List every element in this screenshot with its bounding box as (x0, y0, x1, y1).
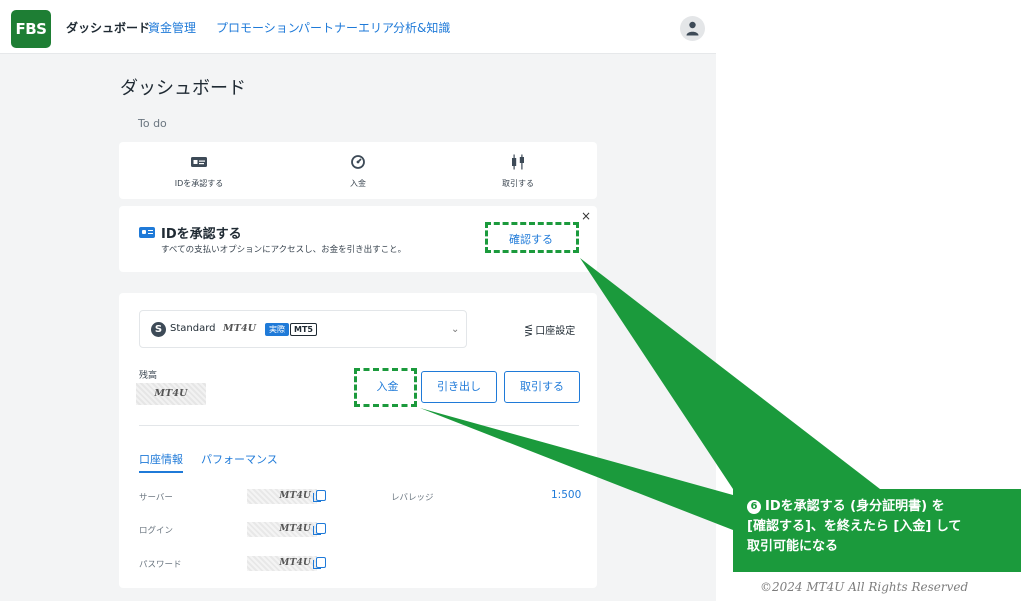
copyright-text: ©2024 MT4U All Rights Reserved (760, 580, 969, 594)
annotation-text-1: IDを承認する (身分証明書) を (765, 499, 945, 514)
step-number-badge: 6 (747, 500, 761, 514)
annotation-line-2: [確認する]、を終えたら [入金] して (747, 519, 962, 534)
pointer-to-deposit (420, 408, 733, 530)
pointer-to-confirm (580, 258, 880, 489)
annotation-callout: 6 IDを承認する (身分証明書) を [確認する]、を終えたら [入金] して … (733, 489, 1021, 572)
annotation-line-1: 6 IDを承認する (身分証明書) を (747, 497, 1011, 517)
highlight-confirm-button (485, 222, 579, 253)
highlight-deposit-button (354, 368, 417, 407)
annotation-line-3: 取引可能になる (747, 539, 839, 554)
